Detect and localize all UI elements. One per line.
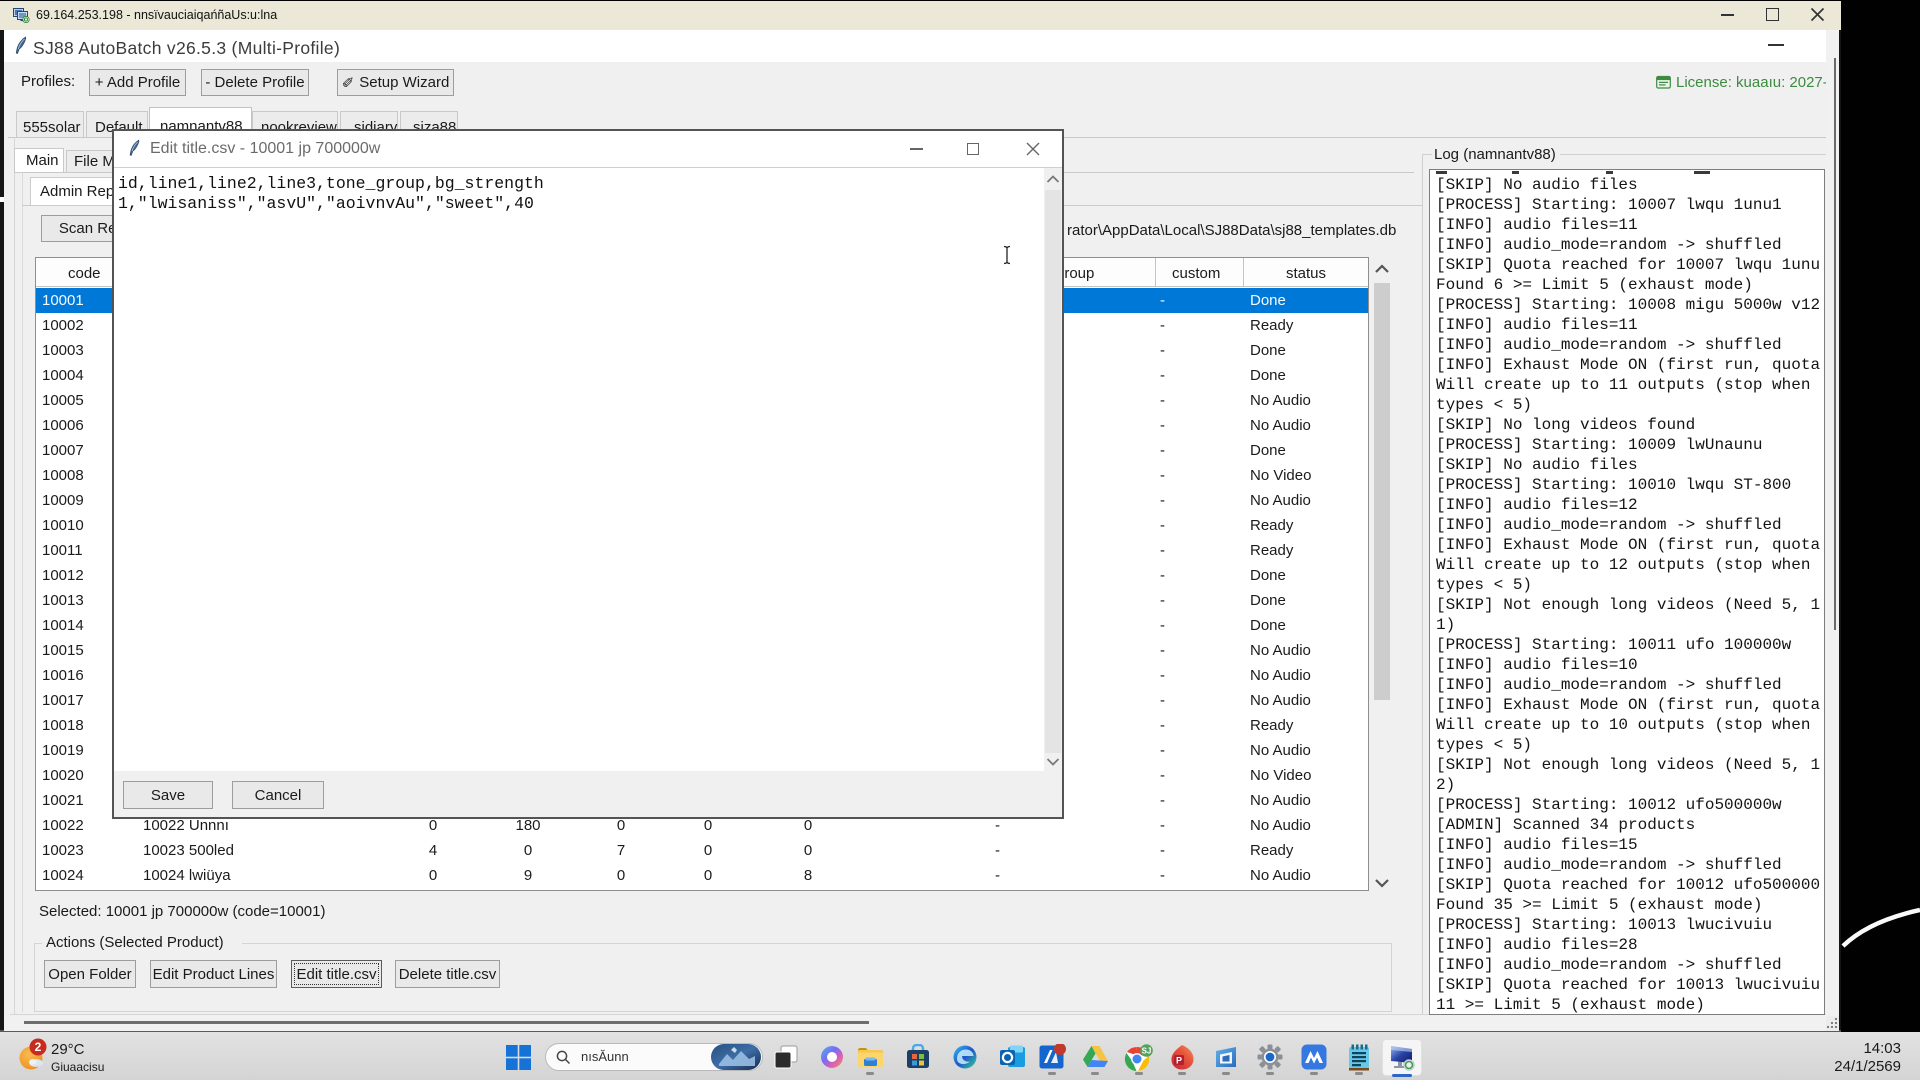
svg-text:SJ: SJ [1142, 1047, 1152, 1056]
svg-text:2: 2 [35, 1040, 42, 1054]
svg-text:P: P [1176, 1056, 1182, 1066]
